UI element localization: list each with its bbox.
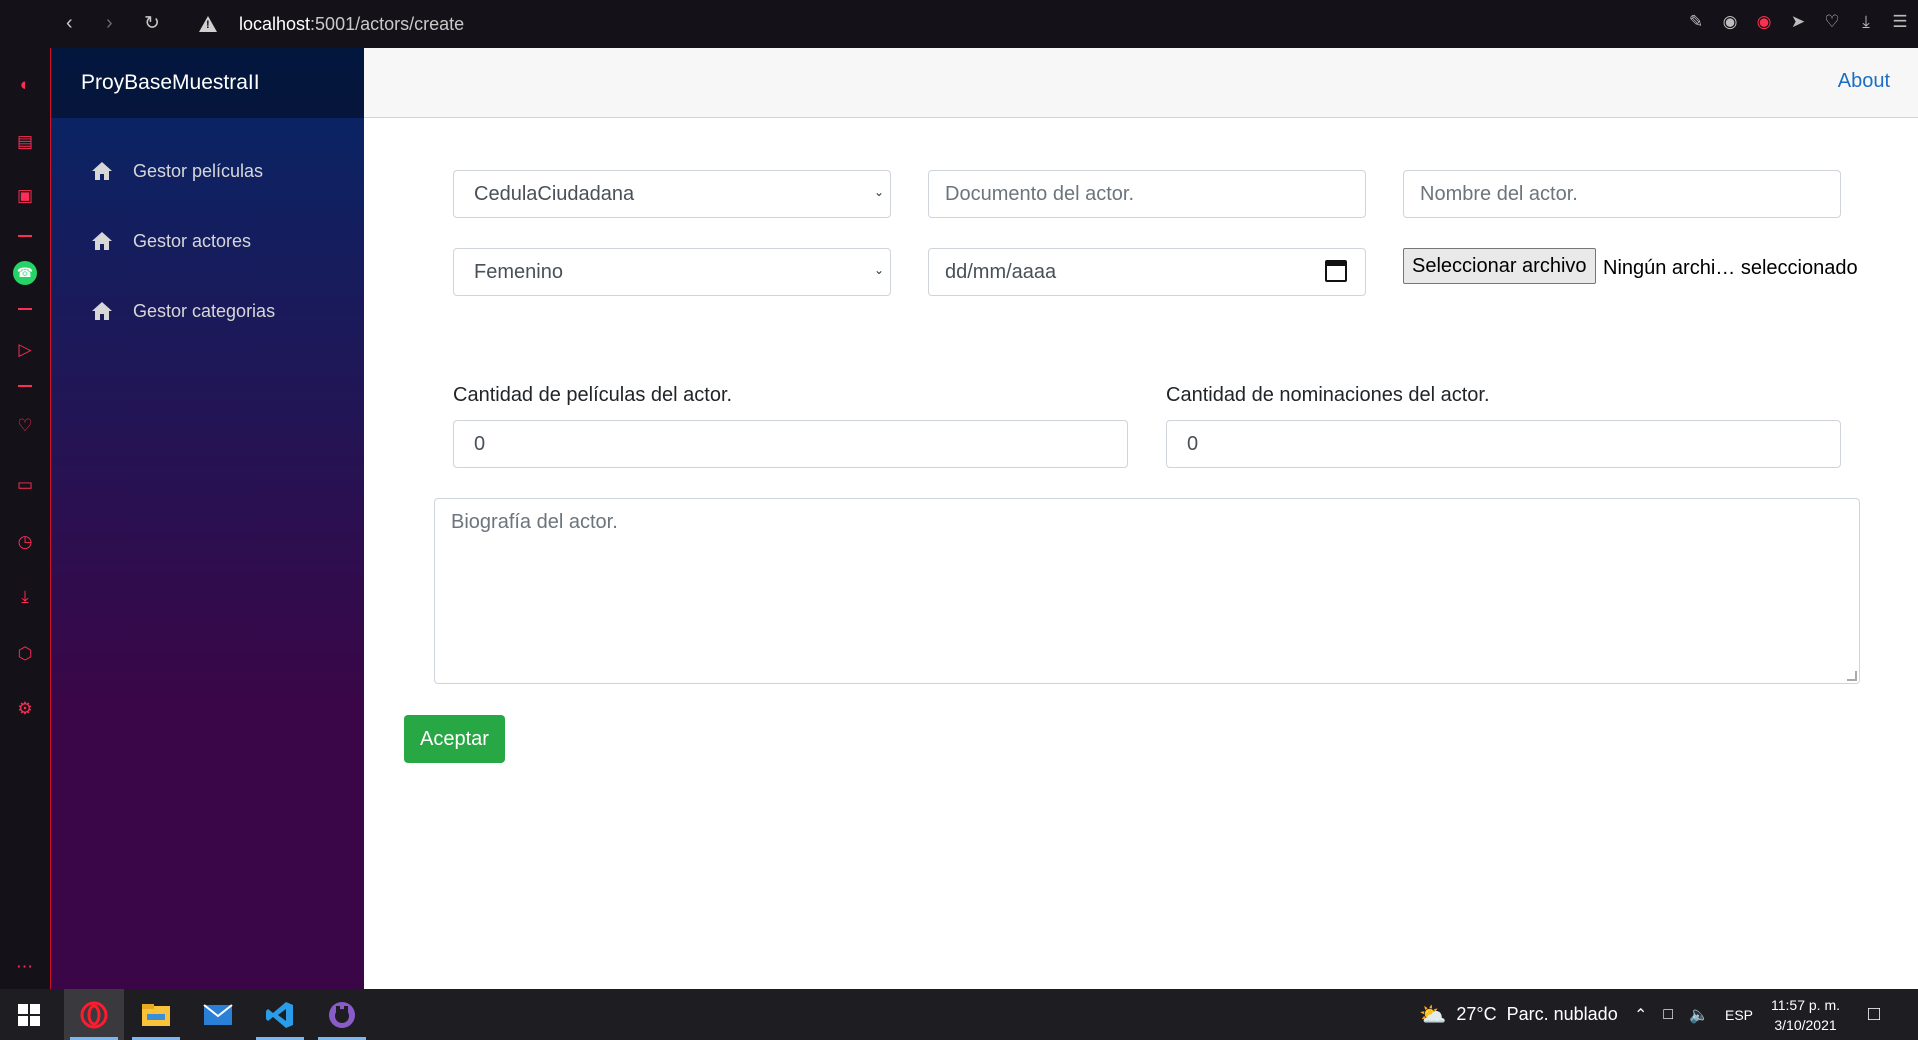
extensions-cube-icon[interactable]: ⬡ [13,642,37,666]
nav-item-peliculas[interactable]: Gestor películas [51,136,364,206]
home-icon [91,161,113,181]
taskbar: ⛅ 27°C Parc. nublado ⌃ □ 🔈 ESP 11:57 p. … [0,989,1918,1040]
windows-start-icon[interactable] [18,1004,40,1026]
weather-widget[interactable]: ⛅ 27°C Parc. nublado [1419,989,1618,1040]
briefcase-icon[interactable]: ▤ [13,130,37,154]
browser-toolbar: ‹ › ↻ localhost:5001/actors/create ✎ ◉ ◉… [0,0,1918,48]
about-link[interactable]: About [1838,70,1890,93]
app-sidebar: ProyBaseMuestraII Gestor películas Gesto… [51,48,364,989]
name-placeholder: Nombre del actor. [1420,182,1578,205]
nav-item-categorias[interactable]: Gestor categorias [51,276,364,346]
not-secure-icon[interactable] [199,16,217,32]
settings-gear-icon[interactable]: ⚙ [13,697,37,721]
pinboard-heart-icon[interactable]: ♡ [13,414,37,438]
url-path: :5001/actors/create [310,13,465,34]
more-icon[interactable]: ⋯ [13,955,37,979]
url-text[interactable]: localhost:5001/actors/create [239,14,464,35]
camera-icon[interactable]: ◉ [1720,10,1740,34]
biography-placeholder: Biografía del actor. [451,511,618,533]
rail-separator [18,235,32,237]
home-icon [91,301,113,321]
send-icon[interactable]: ➤ [1788,10,1808,34]
toolbar-icons: ✎ ◉ ◉ ➤ ♡ ⤓ ☰ [1686,10,1910,34]
brand-bar: ProyBaseMuestraII [51,48,364,118]
clock-time: 11:57 p. m. [1771,996,1841,1013]
movies-count-input[interactable]: 0 [453,420,1128,468]
date-placeholder: dd/mm/aaaa [945,260,1057,283]
movies-count-value: 0 [474,432,486,455]
clock[interactable]: 11:57 p. m. 3/10/2021 [1771,989,1840,1040]
browser-sidebar: ◐ ▤ ▣ ☎ ▷ ♡ ▭ ◷ ⤓ ⬡ ⚙ ⋯ [0,48,51,989]
file-explorer-taskbar-icon[interactable] [126,989,186,1040]
weather-text: Parc. nublado [1506,1004,1618,1024]
system-tray: ⌃ □ 🔈 ESP [1634,989,1753,1040]
calendar-icon[interactable] [1325,260,1347,282]
adblock-shield-icon[interactable]: ◉ [1754,10,1774,34]
document-type-select[interactable]: CedulaCiudadana ⌄ [453,170,891,218]
nav-item-label: Gestor categorias [133,300,276,321]
back-icon[interactable]: ‹ [66,12,73,35]
nominations-value: 0 [1187,432,1199,455]
address-bar[interactable]: localhost:5001/actors/create [199,11,464,37]
reload-icon[interactable]: ↻ [144,12,160,35]
nominations-label: Cantidad de nominaciones del actor. [1166,384,1490,406]
top-row: About [364,48,1918,118]
volume-icon[interactable]: 🔈 [1689,1005,1709,1025]
vscode-taskbar-icon[interactable] [250,989,310,1040]
mail-taskbar-icon[interactable] [188,989,248,1040]
history-icon[interactable]: ◷ [13,530,37,554]
nav-menu: Gestor películas Gestor actores Gestor c… [51,118,364,346]
resize-handle-icon[interactable] [1847,671,1857,681]
language-indicator[interactable]: ESP [1725,1007,1753,1023]
movies-count-label: Cantidad de películas del actor. [453,384,733,406]
tabs-icon[interactable]: ▭ [13,473,37,497]
brand-title[interactable]: ProyBaseMuestraII [81,71,260,95]
speed-dial-icon[interactable]: ◐ [13,73,37,97]
chevron-down-icon: ⌄ [873,263,884,277]
nav-item-label: Gestor actores [133,230,252,251]
partly-cloudy-icon: ⛅ [1419,1001,1447,1027]
document-input[interactable]: Documento del actor. [928,170,1366,218]
twitch-icon[interactable]: ▣ [13,184,37,208]
file-select-button[interactable]: Seleccionar archivo [1403,248,1596,284]
github-desktop-taskbar-icon[interactable] [312,989,372,1040]
rail-separator [18,385,32,387]
forward-icon[interactable]: › [106,12,113,35]
gender-value: Femenino [474,260,563,283]
name-input[interactable]: Nombre del actor. [1403,170,1841,218]
birthdate-input[interactable]: dd/mm/aaaa [928,248,1366,296]
heart-icon[interactable]: ♡ [1822,10,1842,34]
accept-button[interactable]: Aceptar [404,715,505,763]
snapshot-edit-icon[interactable]: ✎ [1686,10,1706,34]
clock-date: 3/10/2021 [1774,1016,1837,1033]
nav-item-label: Gestor películas [133,160,264,181]
chevron-down-icon: ⌄ [873,185,884,199]
document-type-value: CedulaCiudadana [474,182,635,205]
gender-select[interactable]: Femenino ⌄ [453,248,891,296]
download-icon[interactable]: ⤓ [1856,10,1876,34]
home-icon [91,231,113,251]
notifications-icon[interactable]: □ [1868,989,1880,1040]
url-host: localhost [239,13,311,34]
downloads-icon[interactable]: ⤓ [13,585,37,609]
file-status: Ningún archi… seleccionado [1603,257,1858,279]
whatsapp-icon[interactable]: ☎ [13,261,37,285]
main-content: About CedulaCiudadana ⌄ Documento del ac… [364,48,1918,989]
biography-textarea[interactable]: Biografía del actor. [434,498,1860,684]
player-icon[interactable]: ▷ [13,338,37,362]
nav-item-actores[interactable]: Gestor actores [51,206,364,276]
document-placeholder: Documento del actor. [945,182,1134,205]
network-icon[interactable]: □ [1663,1006,1673,1024]
weather-temp: 27°C [1456,1004,1497,1024]
nominations-input[interactable]: 0 [1166,420,1841,468]
rail-separator [18,308,32,310]
chevron-up-icon[interactable]: ⌃ [1634,1005,1647,1025]
opera-taskbar-icon[interactable] [64,989,124,1040]
easy-setup-icon[interactable]: ☰ [1890,10,1910,34]
